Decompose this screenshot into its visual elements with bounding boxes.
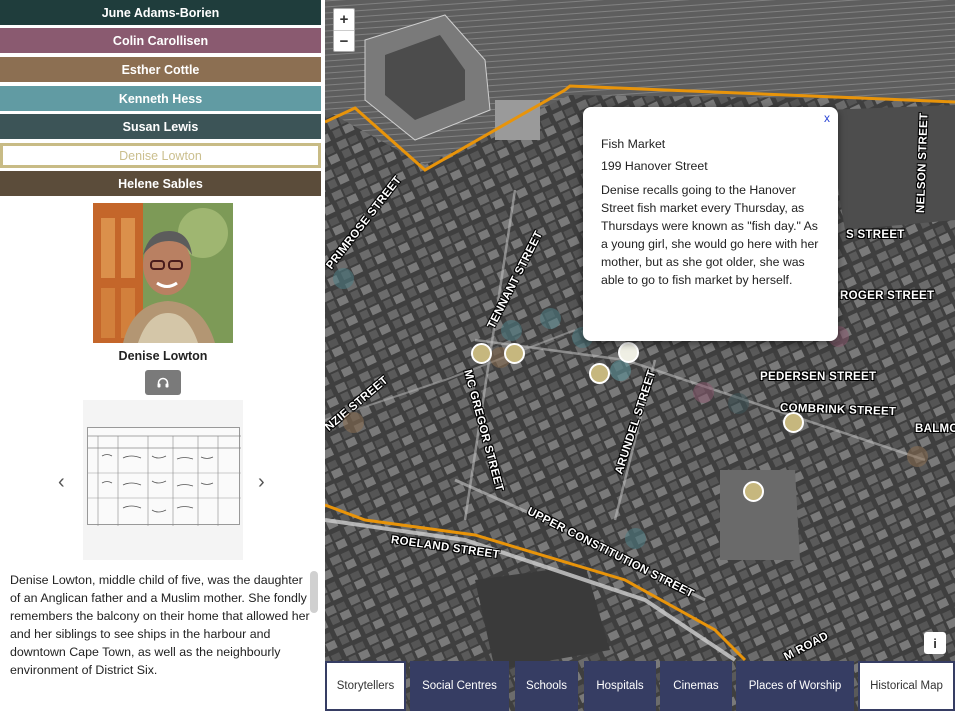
story-marker-denise[interactable]: [504, 343, 525, 364]
street-label-pedersen: PEDERSEN STREET: [760, 371, 877, 383]
headphones-icon: [157, 377, 169, 388]
chevron-left-icon[interactable]: ‹: [58, 471, 65, 494]
story-marker[interactable]: [343, 412, 364, 433]
popup-description: Denise recalls going to the Hanover Stre…: [601, 183, 819, 287]
nav-schools[interactable]: Schools: [515, 661, 578, 711]
nav-hospitals[interactable]: Hospitals: [584, 661, 656, 711]
story-marker[interactable]: [610, 360, 631, 381]
street-label-roger: ROGER STREET: [840, 290, 935, 302]
chevron-right-icon[interactable]: ›: [258, 471, 265, 494]
historical-map[interactable]: PRIMROSE STREET TENNANT STREET MC GREGOR…: [325, 0, 955, 711]
person-button-helene-sables[interactable]: Helene Sables: [0, 171, 321, 196]
bio-scrollbar[interactable]: [310, 571, 318, 613]
nav-cinemas[interactable]: Cinemas: [660, 661, 732, 711]
storyteller-portrait: [93, 203, 233, 343]
document-sheet: [87, 427, 241, 526]
person-button-kenneth-hess[interactable]: Kenneth Hess: [0, 86, 321, 111]
story-marker-fish-market[interactable]: [618, 342, 639, 363]
person-button-esther-cottle[interactable]: Esther Cottle: [0, 57, 321, 82]
story-marker-denise[interactable]: [783, 412, 804, 433]
story-marker[interactable]: [693, 382, 714, 403]
story-marker-denise[interactable]: [589, 363, 610, 384]
popup-title: Fish Market: [601, 137, 666, 151]
storyteller-bio: Denise Lowton, middle child of five, was…: [10, 573, 310, 677]
street-label-s-street: S STREET: [846, 229, 905, 241]
person-button-colin-carollisen[interactable]: Colin Carollisen: [0, 28, 321, 53]
location-popup: x Fish Market 199 Hanover Street Denise …: [583, 107, 838, 341]
story-marker-denise[interactable]: [471, 343, 492, 364]
story-marker[interactable]: [501, 320, 522, 341]
document-image[interactable]: [83, 400, 243, 560]
person-button-susan-lewis[interactable]: Susan Lewis: [0, 114, 321, 139]
story-marker[interactable]: [333, 268, 354, 289]
zoom-in-button[interactable]: +: [334, 9, 354, 30]
info-icon[interactable]: i: [924, 632, 946, 654]
person-button-june-adams-borien[interactable]: June Adams-Borien: [0, 0, 321, 25]
story-marker[interactable]: [540, 308, 561, 329]
bottom-navigation: Storytellers Social Centres Schools Hosp…: [325, 661, 955, 711]
story-marker-denise[interactable]: [743, 481, 764, 502]
person-button-denise-lowton[interactable]: Denise Lowton: [0, 143, 321, 168]
story-marker[interactable]: [728, 393, 749, 414]
story-marker[interactable]: [907, 446, 928, 467]
nav-storytellers[interactable]: Storytellers: [325, 661, 406, 711]
zoom-control: + −: [333, 8, 355, 52]
nav-places-of-worship[interactable]: Places of Worship: [736, 661, 854, 711]
popup-address: 199 Hanover Street: [601, 159, 708, 173]
nav-social-centres[interactable]: Social Centres: [410, 661, 509, 711]
storyteller-sidebar: June Adams-Borien Colin Carollisen Esthe…: [0, 0, 325, 711]
zoom-out-button[interactable]: −: [334, 30, 354, 51]
selected-storyteller-name: Denise Lowton: [118, 349, 208, 363]
popup-close-button[interactable]: x: [824, 111, 830, 125]
story-marker[interactable]: [625, 528, 646, 549]
street-label-balmo: BALMO: [915, 423, 955, 435]
audio-play-button[interactable]: [145, 370, 181, 395]
nav-historical-map[interactable]: Historical Map: [858, 661, 955, 711]
